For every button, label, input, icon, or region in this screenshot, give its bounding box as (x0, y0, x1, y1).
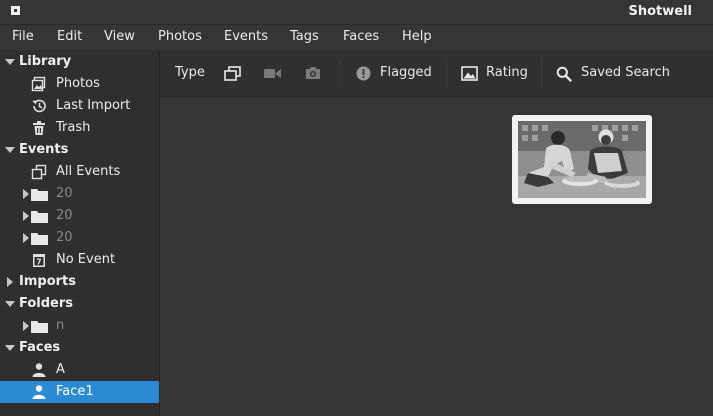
menu-tags[interactable]: Tags (290, 29, 319, 44)
flag-alert-icon (356, 66, 371, 81)
toolbar-separator (340, 58, 341, 88)
sidebar-item-label: A (56, 362, 65, 377)
sidebar-item-label: 20 (56, 230, 73, 245)
person-icon (32, 385, 46, 399)
sidebar-item-last-import[interactable]: Last Import (0, 95, 159, 117)
sidebar-item-label: Face1 (56, 384, 94, 399)
person-icon (32, 363, 46, 377)
expander-down-icon[interactable] (5, 301, 15, 307)
sidebar-item-label: Trash (56, 120, 91, 135)
raw-filter-icon[interactable] (305, 66, 321, 80)
sidebar-item-label: Last Import (56, 98, 131, 113)
expander-down-icon[interactable] (5, 147, 15, 153)
sidebar-item-event-folder[interactable]: 20 (0, 227, 159, 249)
sidebar-item-folder[interactable]: n (0, 315, 159, 337)
app-menu-icon[interactable] (11, 6, 20, 15)
menu-faces[interactable]: Faces (343, 29, 379, 44)
search-filter-toolbar: Type Flagged Rating Saved Search (160, 50, 713, 97)
expander-right-icon[interactable] (23, 211, 29, 221)
sidebar-item-event-folder[interactable]: 20 (0, 205, 159, 227)
sidebar-header-events[interactable]: Events (0, 139, 159, 161)
menu-help[interactable]: Help (402, 29, 432, 44)
expander-down-icon[interactable] (5, 59, 15, 65)
photos-filter-icon[interactable] (224, 66, 242, 82)
sidebar-header-imports[interactable]: Imports (0, 271, 159, 293)
section-label: Folders (19, 296, 74, 311)
expander-right-icon[interactable] (7, 277, 13, 287)
toolbar-separator (446, 58, 447, 88)
type-filter-label: Type (175, 65, 205, 80)
sidebar-item-all-events[interactable]: All Events (0, 161, 159, 183)
toolbar-separator (541, 58, 542, 88)
sidebar-header-library[interactable]: Library (0, 51, 159, 73)
video-filter-icon[interactable] (264, 68, 281, 79)
sidebar-item-label: n (56, 318, 65, 333)
sidebar-item-label: 20 (56, 208, 73, 223)
photo-viewer: Type Flagged Rating Saved Search (160, 50, 713, 416)
menu-bar: File Edit View Photos Events Tags Faces … (0, 25, 713, 50)
trash-icon (33, 121, 45, 135)
menu-view[interactable]: View (104, 29, 135, 44)
expander-right-icon[interactable] (23, 321, 29, 331)
sidebar-item-face-a[interactable]: A (0, 359, 159, 381)
sidebar-item-label: 20 (56, 186, 73, 201)
section-label: Imports (19, 274, 76, 289)
expander-right-icon[interactable] (23, 189, 29, 199)
menu-events[interactable]: Events (224, 29, 268, 44)
sidebar-header-folders[interactable]: Folders (0, 293, 159, 315)
folder-icon (31, 211, 48, 223)
svg-text:7: 7 (36, 258, 41, 267)
rating-filter-button[interactable]: Rating (486, 65, 528, 80)
calendar-icon: 7 (33, 254, 45, 267)
folder-icon (31, 233, 48, 245)
sidebar-item-face1[interactable]: Face1 (0, 381, 159, 403)
photos-icon (31, 76, 46, 92)
photo-thumbnail[interactable] (512, 115, 652, 204)
sidebar-item-label: Photos (56, 76, 100, 91)
expander-down-icon[interactable] (5, 345, 15, 351)
sidebar-item-trash[interactable]: Trash (0, 117, 159, 139)
window-title: Shotwell (628, 4, 692, 19)
expander-right-icon[interactable] (23, 233, 29, 243)
sidebar-item-no-event[interactable]: 7 No Event (0, 249, 159, 271)
sidebar: Library Photos Last Import Trash Events (0, 50, 160, 416)
menu-edit[interactable]: Edit (57, 29, 82, 44)
photo-image (518, 121, 646, 198)
folder-icon (31, 189, 48, 201)
sidebar-item-label: No Event (56, 252, 116, 267)
menu-file[interactable]: File (12, 29, 34, 44)
history-icon (32, 99, 46, 113)
image-icon (461, 66, 478, 81)
menu-photos[interactable]: Photos (158, 29, 202, 44)
events-icon (31, 164, 47, 180)
search-icon (556, 66, 572, 82)
sidebar-item-photos[interactable]: Photos (0, 73, 159, 95)
section-label: Events (19, 142, 69, 157)
saved-search-button[interactable]: Saved Search (581, 65, 670, 80)
section-label: Library (19, 54, 72, 69)
section-label: Faces (19, 340, 61, 355)
sidebar-item-event-folder[interactable]: 20 (0, 183, 159, 205)
sidebar-header-faces[interactable]: Faces (0, 337, 159, 359)
folder-icon (31, 321, 48, 333)
title-bar: Shotwell (0, 0, 713, 25)
flagged-filter-button[interactable]: Flagged (380, 65, 432, 80)
sidebar-item-label: All Events (56, 164, 121, 179)
